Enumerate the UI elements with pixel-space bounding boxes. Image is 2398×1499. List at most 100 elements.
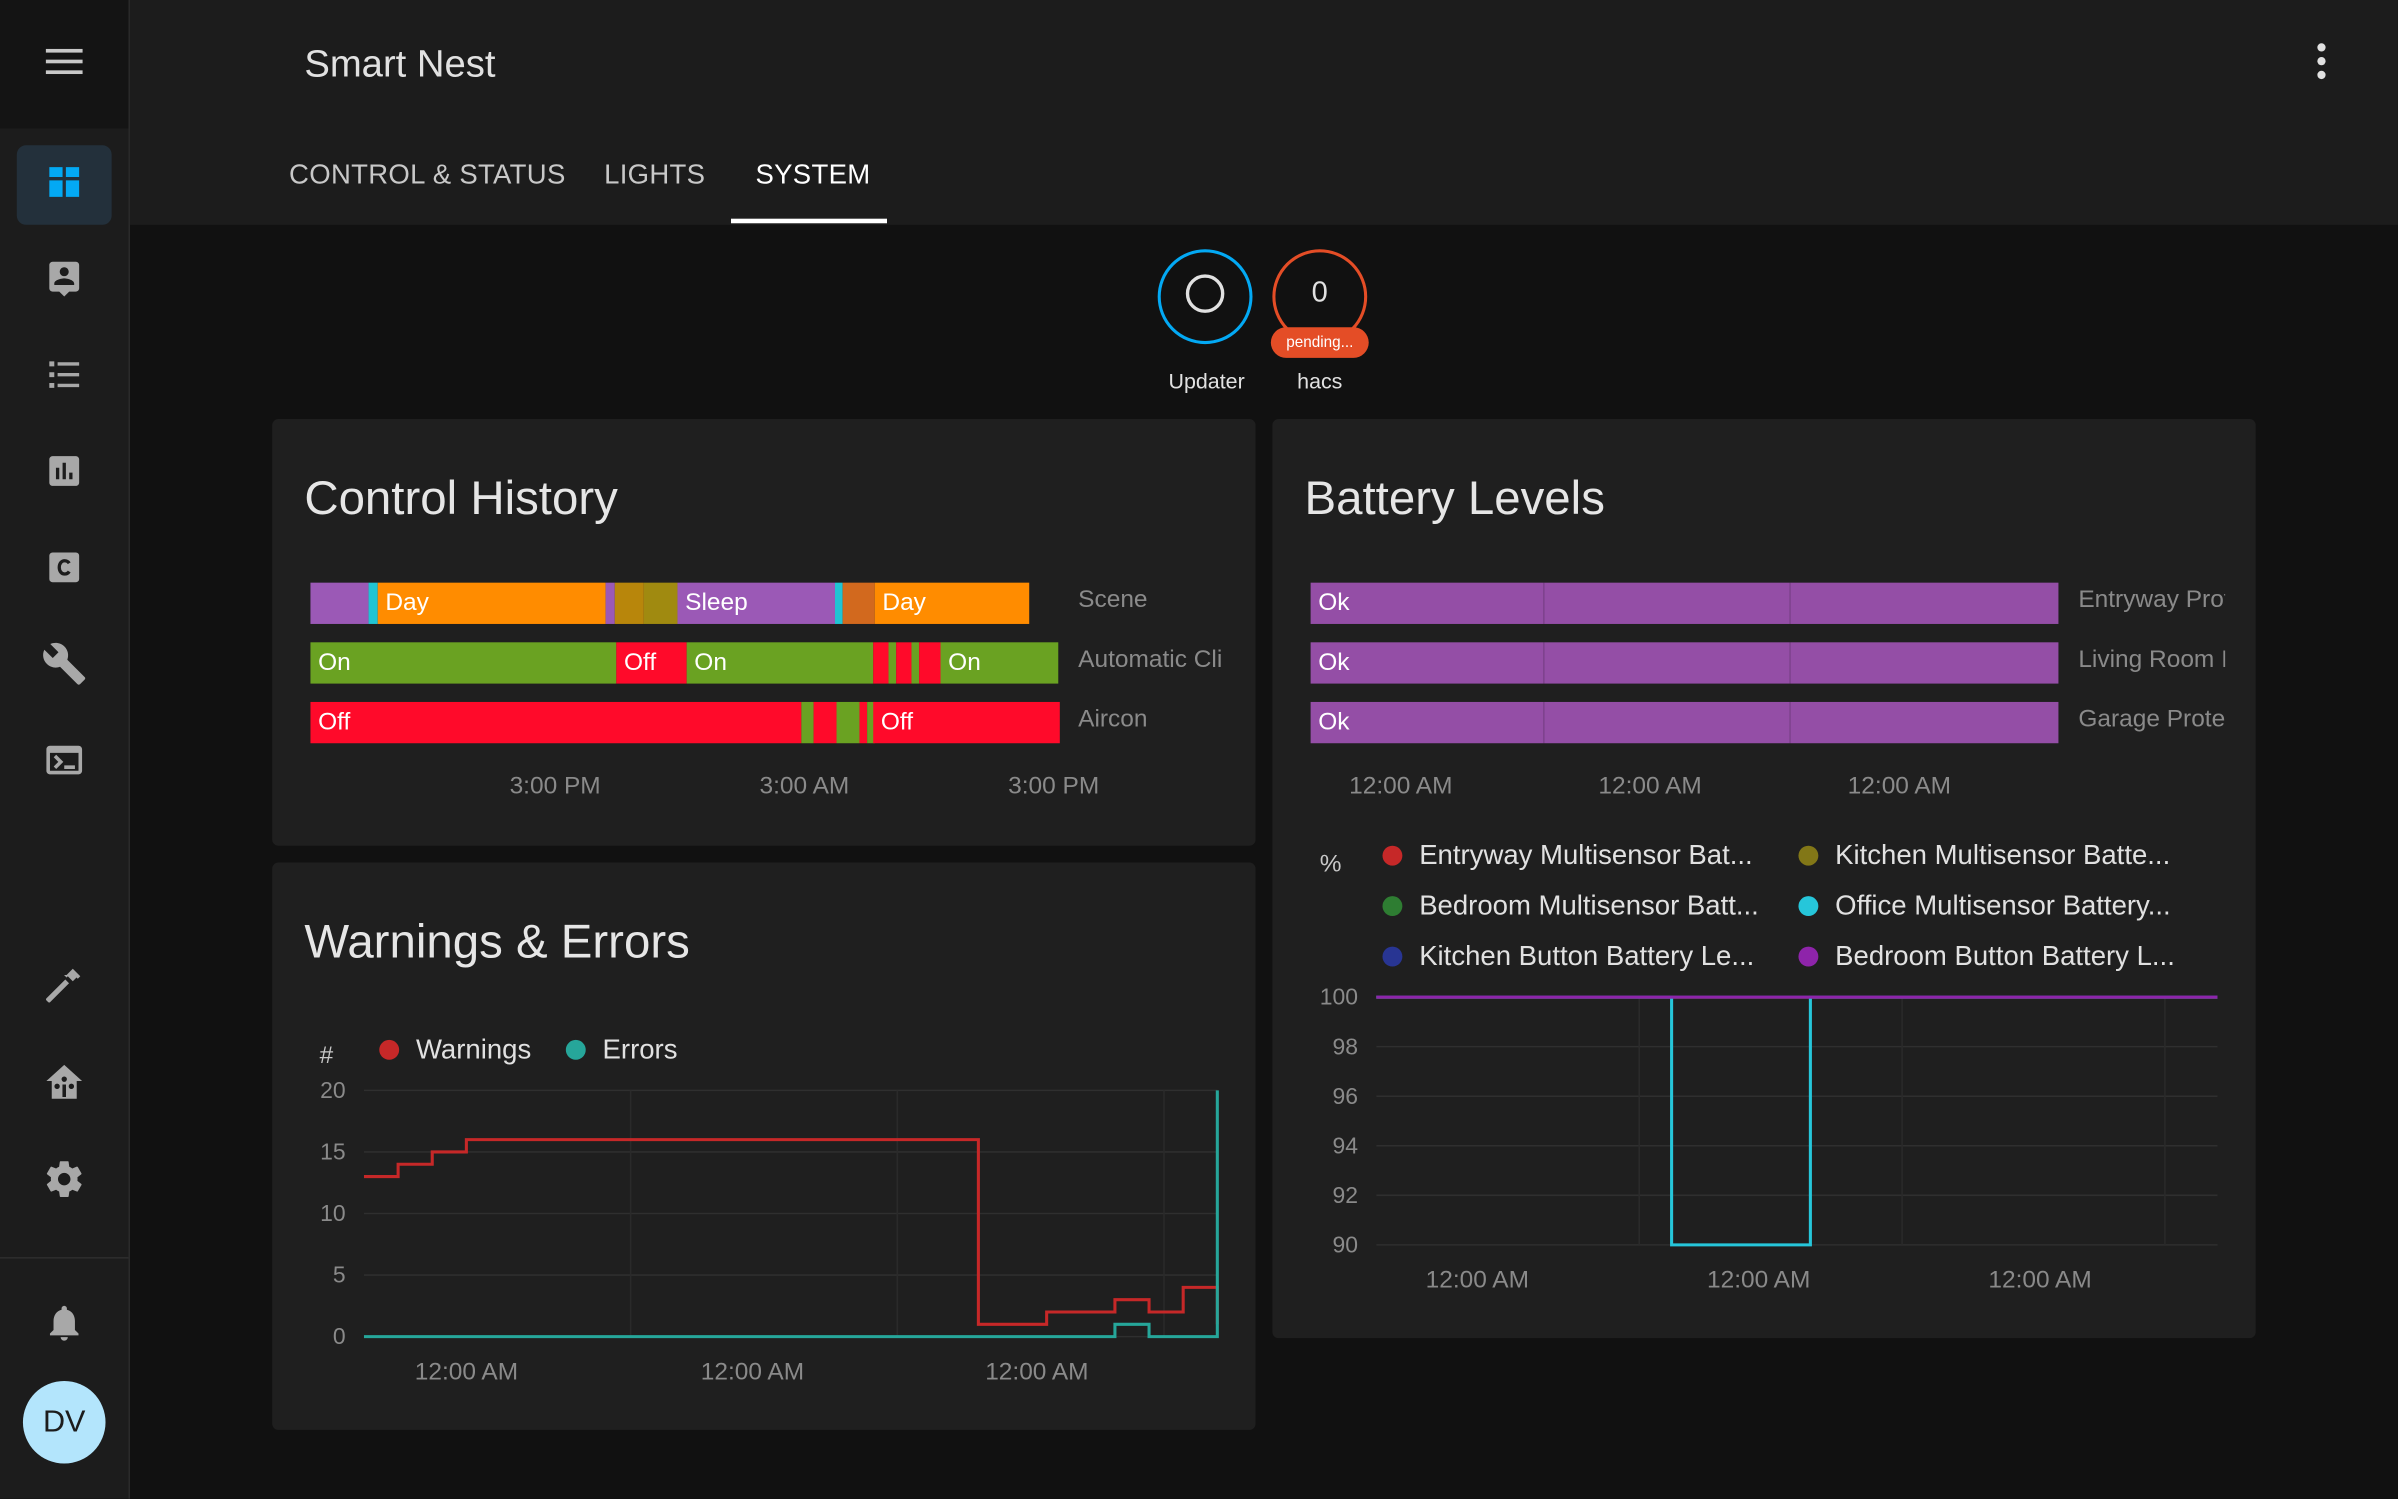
sidebar-item-history[interactable]	[17, 434, 112, 514]
legend-item-kitchen-multisensor[interactable]: Kitchen Multisensor Batte...	[1798, 840, 2170, 872]
timeline-segment[interactable]	[836, 701, 860, 744]
active-tab-indicator	[731, 218, 887, 224]
legend-item-warnings[interactable]: Warnings	[379, 1034, 531, 1066]
sidebar-item-person[interactable]	[17, 242, 112, 322]
sidebar-divider	[0, 1257, 129, 1259]
sidebar-item-hacs[interactable]	[17, 531, 112, 611]
sidebar-item-settings[interactable]	[17, 1142, 112, 1222]
legend-item-office-multisensor[interactable]: Office Multisensor Battery...	[1798, 890, 2171, 922]
timeline-segment[interactable]	[873, 642, 889, 684]
sidebar-item-developer-tools[interactable]	[17, 627, 112, 707]
hamburger-menu-icon[interactable]	[44, 45, 84, 83]
timeline-segment[interactable]	[842, 582, 875, 624]
timeline-segment[interactable]: Off	[616, 642, 687, 684]
legend-dot	[1798, 946, 1819, 967]
tab-lights[interactable]: LIGHTS	[604, 159, 705, 191]
x-tick-label: 12:00 AM	[985, 1358, 1088, 1385]
hacs-icon	[44, 547, 84, 594]
x-tick-label: 12:00 AM	[701, 1358, 804, 1385]
sidebar-item-logbook[interactable]	[17, 338, 112, 418]
y-tick-label: 94	[1333, 1132, 1359, 1158]
legend-label: Kitchen Multisensor Batte...	[1835, 839, 2171, 871]
timeline-segment[interactable]: Off	[873, 701, 1060, 744]
timeline-segment-label: On	[948, 649, 981, 676]
timeline-segment[interactable]	[813, 701, 837, 744]
bar-chart-icon	[44, 450, 84, 497]
legend-dot	[379, 1039, 400, 1060]
tab-system[interactable]: SYSTEM	[755, 159, 870, 191]
y-tick-label: 100	[1320, 984, 1358, 1010]
timeline-segment[interactable]	[911, 642, 920, 684]
timeline-segment-label: Sleep	[685, 590, 748, 617]
timeline-segment[interactable]: On	[940, 642, 1059, 684]
legend-item-bedroom-button[interactable]: Bedroom Button Battery L...	[1798, 941, 2175, 973]
y-tick-label: 0	[333, 1323, 346, 1349]
timeline-segment[interactable]: On	[310, 642, 617, 684]
timeline-segment[interactable]: Sleep	[677, 582, 835, 624]
timeline-segment[interactable]	[643, 582, 678, 624]
sidebar-item-terminal[interactable]	[17, 723, 112, 803]
sidebar-item-supervisor[interactable]	[17, 1046, 112, 1126]
timeline-segment[interactable]	[896, 642, 912, 684]
avatar[interactable]: DV	[22, 1380, 106, 1464]
timeline-segment[interactable]	[801, 701, 814, 744]
timeline-tick: 3:00 AM	[759, 773, 850, 800]
terminal-icon	[43, 738, 86, 788]
x-tick-label: 12:00 AM	[415, 1358, 518, 1385]
timeline-segment[interactable]	[614, 582, 644, 624]
timeline-segment[interactable]	[919, 642, 941, 684]
timeline-row-label: Scene	[1078, 587, 1148, 614]
timeline-segment[interactable]	[368, 582, 378, 624]
timeline-tick: 3:00 PM	[1008, 773, 1100, 800]
legend-dot	[1798, 845, 1819, 866]
timeline-segment[interactable]: On	[686, 642, 874, 684]
hammer-icon	[43, 963, 86, 1013]
wrench-icon	[41, 640, 87, 694]
control-history-card: Control History Day Sleep Day Scene On Off On O…	[272, 419, 1256, 846]
timeline-segment[interactable]	[605, 582, 615, 624]
x-tick-label: 12:00 AM	[1426, 1267, 1529, 1294]
legend-item-bedroom-multisensor[interactable]: Bedroom Multisensor Batt...	[1382, 890, 1759, 922]
y-tick-label: 10	[320, 1200, 346, 1226]
timeline-segment[interactable]	[310, 582, 369, 624]
timeline-segment[interactable]: Off	[310, 701, 802, 744]
legend-dot	[1382, 845, 1403, 866]
updater-badge[interactable]	[1157, 249, 1253, 345]
timeline-segment-label: On	[694, 649, 727, 676]
timeline-segment[interactable]: Day	[377, 582, 606, 624]
sidebar-item-overview[interactable]	[16, 145, 112, 225]
y-tick-label: 20	[320, 1077, 346, 1103]
sidebar-item-notifications[interactable]	[17, 1286, 112, 1366]
tab-control-status[interactable]: CONTROL & STATUS	[289, 159, 566, 191]
legend-item-kitchen-button[interactable]: Kitchen Button Battery Le...	[1382, 941, 1754, 973]
y-tick-label: 15	[320, 1139, 346, 1165]
legend-dot	[1798, 896, 1819, 917]
timeline-row-label: Aircon	[1078, 706, 1148, 733]
legend-item-entryway-multisensor[interactable]: Entryway Multisensor Bat...	[1382, 840, 1753, 872]
hacs-badge-value: 0	[1311, 276, 1328, 309]
y-tick-label: 90	[1333, 1231, 1359, 1257]
series-line	[1376, 995, 2218, 1247]
dashboard-icon	[44, 161, 84, 208]
timeline-segment-label: On	[318, 649, 351, 676]
bell-icon	[43, 1301, 86, 1351]
page-title: Smart Nest	[304, 42, 496, 86]
overflow-menu-button[interactable]	[2299, 40, 2345, 89]
legend-label: Office Multisensor Battery...	[1835, 890, 2171, 921]
timeline-segment[interactable]	[859, 701, 868, 744]
legend-label: Warnings	[415, 1033, 532, 1065]
timeline-segment[interactable]: Day	[874, 582, 1030, 624]
timeline-segment[interactable]	[888, 642, 897, 684]
timeline-row-label: Automatic Cli	[1078, 646, 1223, 673]
timeline-segment-label: Off	[880, 709, 914, 736]
card-title: Control History	[304, 471, 618, 525]
top-app-bar: Smart Nest CONTROL & STATUS LIGHTS SYSTE…	[129, 0, 2398, 225]
legend-label: Errors	[602, 1033, 678, 1065]
timeline-segment-label: Off	[318, 709, 351, 736]
app-root: DV Smart Nest CONTROL & STATUS LIGHTS SY…	[0, 0, 2398, 1499]
legend-label: Bedroom Multisensor Batt...	[1419, 890, 1759, 921]
legend-item-errors[interactable]: Errors	[565, 1033, 678, 1066]
timeline-segment[interactable]	[834, 582, 843, 624]
timeline-segment-label: Day	[882, 590, 926, 617]
sidebar-item-developer[interactable]	[17, 948, 112, 1028]
